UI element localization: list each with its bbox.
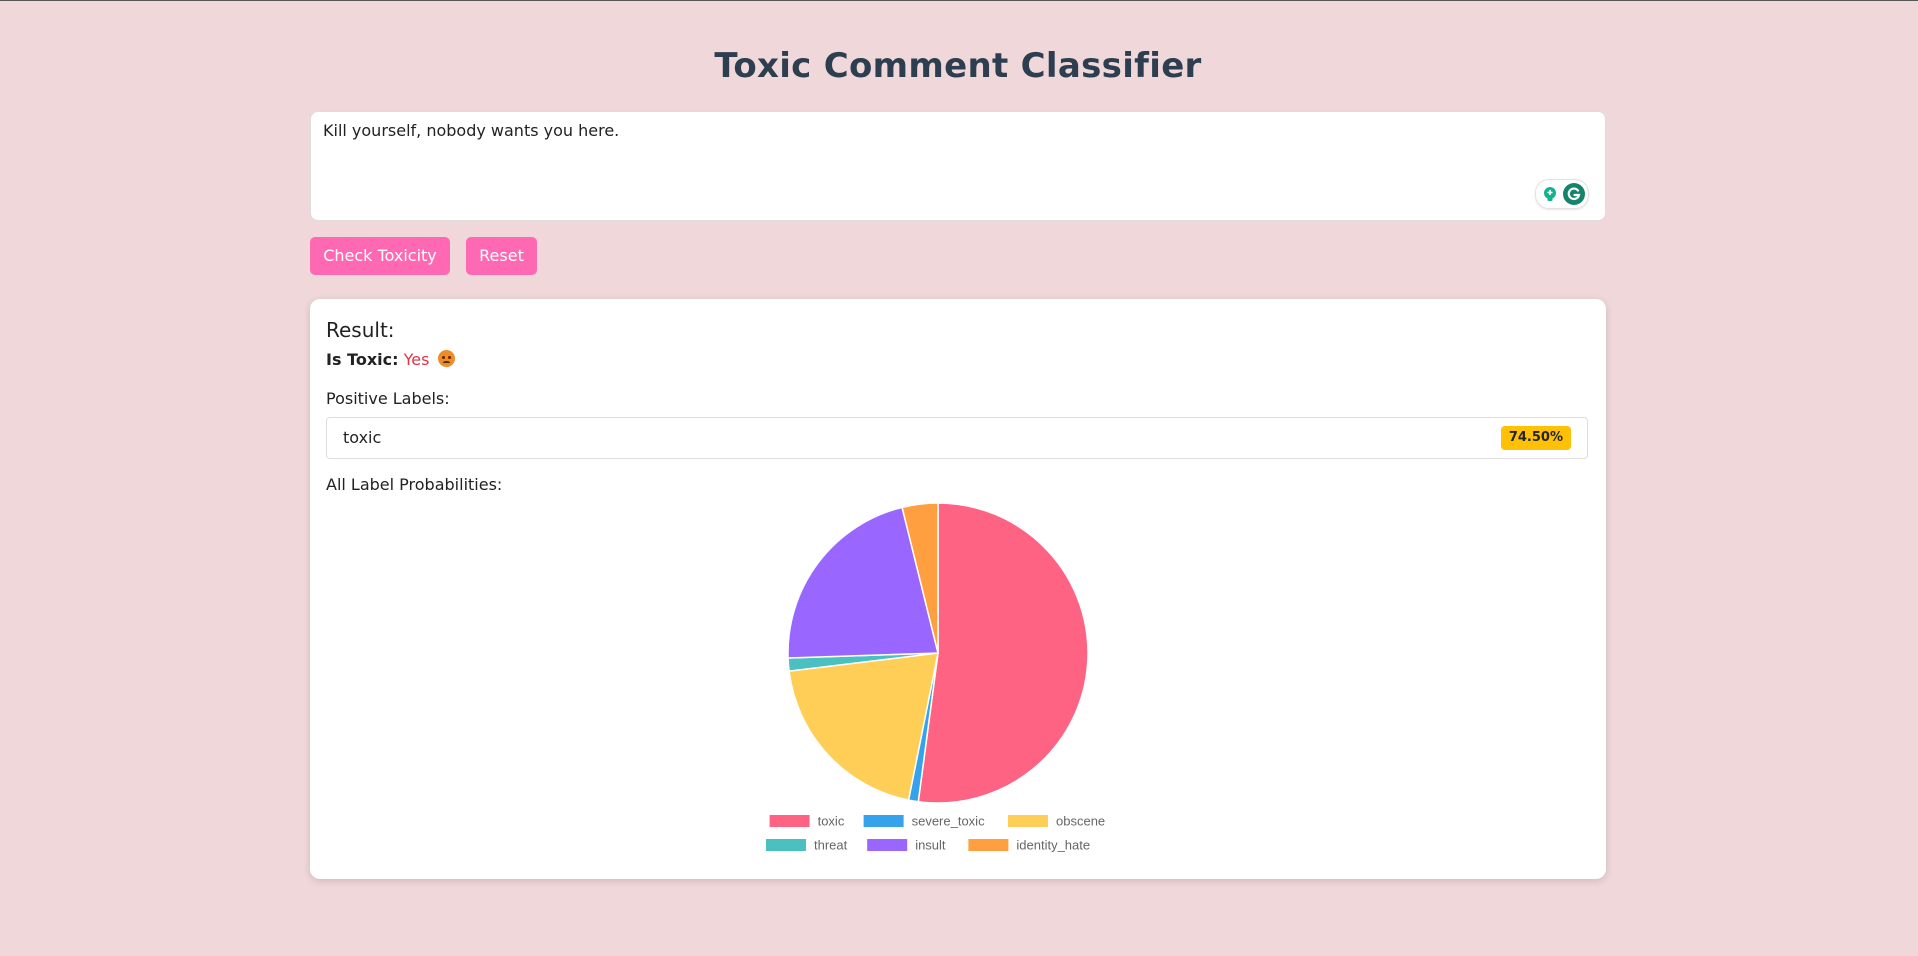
probability-pie-chart: toxic severe_toxic obscene threat insult iden… — [766, 502, 1105, 853]
legend-label: identity_hate — [1016, 838, 1090, 853]
grammarly-widget[interactable] — [1535, 179, 1589, 209]
legend-swatch — [769, 815, 810, 827]
result-card: Result: Is Toxic: Yes Positive Labels: t… — [310, 299, 1606, 879]
legend-item-obscene[interactable]: obscene — [1008, 814, 1105, 829]
comment-text[interactable]: Kill yourself, nobody wants you here. — [323, 121, 619, 140]
top-border — [0, 0, 1918, 1]
legend-swatch — [968, 839, 1009, 851]
legend-label: insult — [915, 838, 946, 853]
pie-slice-toxic[interactable] — [917, 502, 1089, 804]
legend-swatch — [766, 839, 806, 851]
legend-item-identity-hate[interactable]: identity_hate — [968, 838, 1090, 853]
legend-item-toxic[interactable]: toxic — [769, 814, 845, 829]
legend-swatch — [1008, 815, 1048, 827]
legend-label: toxic — [818, 814, 845, 829]
legend-item-insult[interactable]: insult — [867, 838, 946, 853]
grammarly-icon[interactable] — [1563, 183, 1585, 205]
check-toxicity-button[interactable]: Check Toxicity — [310, 237, 450, 275]
legend-swatch — [867, 839, 908, 851]
lightbulb-icon[interactable] — [1542, 186, 1558, 202]
legend-item-severe-toxic[interactable]: severe_toxic — [863, 814, 985, 829]
legend-label: obscene — [1056, 814, 1105, 829]
legend-label: severe_toxic — [912, 814, 985, 829]
legend-swatch — [863, 815, 904, 827]
legend-label: threat — [814, 838, 848, 853]
reset-button[interactable]: Reset — [466, 237, 537, 275]
comment-textarea[interactable]: Kill yourself, nobody wants you here. — [310, 111, 1606, 221]
page-title: Toxic Comment Classifier — [714, 46, 1202, 86]
legend-item-threat[interactable]: threat — [766, 838, 848, 853]
